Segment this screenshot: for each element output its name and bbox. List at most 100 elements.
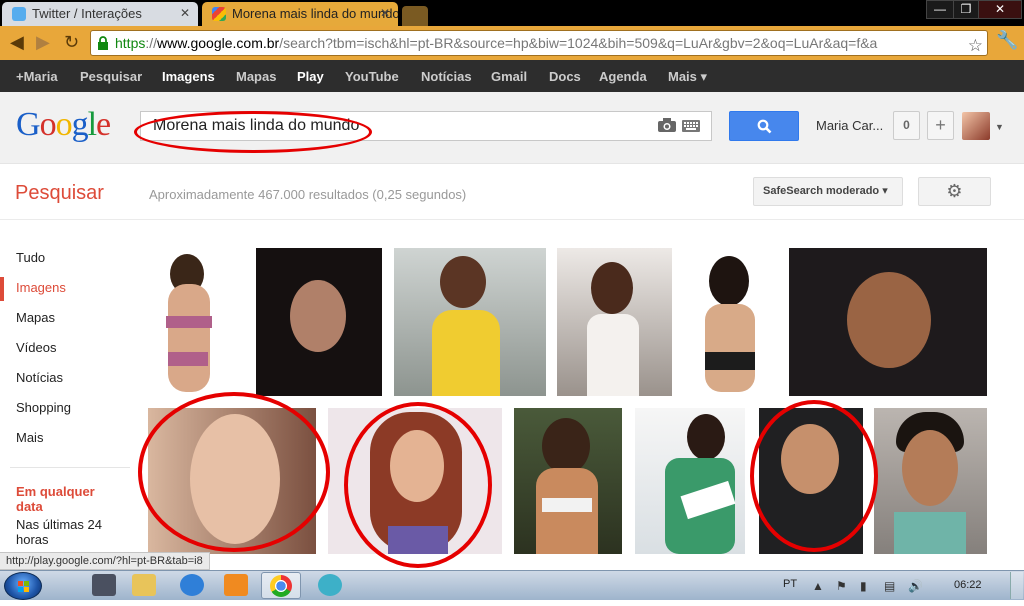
google-bar: +Maria Pesquisar Imagens Mapas Play YouT… — [0, 60, 1024, 92]
gbar-item-plus-maria[interactable]: +Maria — [16, 69, 58, 84]
share-button[interactable]: + — [927, 111, 954, 140]
nav-item-shopping[interactable]: Shopping — [16, 400, 71, 415]
image-result[interactable] — [635, 408, 745, 554]
time-filter-last-24h[interactable]: Nas últimas 24 horas — [16, 517, 116, 547]
network-icon[interactable]: ▤ — [884, 579, 895, 593]
results-bar: Pesquisar Aproximadamente 467.000 result… — [0, 165, 1024, 220]
tab-twitter[interactable]: Twitter / Interações ✕ — [2, 2, 198, 26]
avatar[interactable] — [962, 112, 990, 140]
page-title: Pesquisar — [15, 182, 104, 204]
forward-arrow-icon[interactable]: ▶ — [36, 32, 50, 53]
close-window-button[interactable]: ✕ — [978, 0, 1022, 19]
windows-taskbar: PT ▲ ⚑ ▮ ▤ 🔊 06:22 — [0, 570, 1024, 600]
logo-letter: e — [96, 106, 111, 143]
url-separator: :// — [145, 35, 158, 51]
gbar-item-gmail[interactable]: Gmail — [491, 69, 527, 84]
gbar-item-imagens[interactable]: Imagens — [162, 69, 215, 84]
gbar-item-pesquisar[interactable]: Pesquisar — [80, 69, 142, 84]
tab-google-search[interactable]: Morena mais linda do mundo ✕ — [202, 2, 398, 26]
settings-button[interactable]: ⚙ — [918, 177, 991, 206]
minimize-button[interactable]: — — [926, 0, 954, 19]
address-bar[interactable]: https://www.google.com.br/search?tbm=isc… — [90, 30, 988, 56]
image-result[interactable] — [789, 248, 987, 396]
image-result[interactable] — [394, 248, 546, 396]
account-name[interactable]: Maria Car... — [816, 118, 883, 133]
browser-toolbar: ◀ ▶ ↻ https://www.google.com.br/search?t… — [0, 26, 1024, 60]
start-button[interactable] — [4, 572, 42, 600]
nav-item-videos[interactable]: Vídeos — [16, 340, 56, 355]
twitter-bird-icon — [12, 7, 26, 21]
nav-item-tudo[interactable]: Tudo — [16, 250, 45, 265]
logo-letter: o — [39, 106, 57, 143]
chevron-up-icon[interactable]: ▲ — [812, 579, 824, 593]
volume-icon[interactable]: 🔊 — [908, 579, 923, 593]
flag-icon[interactable]: ⚑ — [836, 579, 847, 593]
new-tab-button[interactable] — [402, 6, 428, 26]
search-button[interactable] — [729, 111, 799, 141]
show-desktop-button[interactable] — [1010, 572, 1023, 599]
windows-logo-icon — [18, 581, 29, 592]
gbar-item-mais[interactable]: Mais ▾ — [668, 69, 707, 85]
nav-item-mais[interactable]: Mais — [16, 430, 43, 445]
nav-item-noticias[interactable]: Notícias — [16, 370, 63, 385]
lock-icon — [98, 36, 108, 50]
internet-explorer-icon[interactable] — [180, 574, 204, 596]
close-icon[interactable]: ✕ — [380, 6, 390, 20]
nav-divider — [10, 467, 130, 468]
image-result[interactable] — [683, 248, 777, 396]
language-indicator[interactable]: PT — [783, 578, 797, 590]
image-result[interactable] — [874, 408, 987, 554]
bookmark-star-icon[interactable]: ☆ — [968, 34, 983, 55]
gbar-item-youtube[interactable]: YouTube — [345, 69, 399, 84]
reload-icon[interactable]: ↻ — [64, 32, 79, 53]
safesearch-dropdown[interactable]: SafeSearch moderado ▾ — [753, 177, 903, 206]
annotation-circle — [750, 400, 878, 552]
close-icon[interactable]: ✕ — [180, 6, 190, 20]
gbar-item-agenda[interactable]: Agenda — [599, 69, 647, 84]
maximize-button[interactable]: ❐ — [953, 0, 979, 19]
wrench-icon[interactable]: 🔧 — [996, 30, 1018, 51]
logo-letter: o — [55, 106, 73, 143]
image-result[interactable] — [557, 248, 672, 396]
messenger-icon[interactable] — [318, 574, 342, 596]
url-scheme: https — [115, 35, 146, 51]
gbar-item-noticias[interactable]: Notícias — [421, 69, 472, 84]
logo-letter: l — [87, 106, 98, 143]
power-icon[interactable]: ▮ — [860, 579, 867, 593]
logo-letter: G — [16, 106, 41, 143]
image-result[interactable] — [514, 408, 622, 554]
back-arrow-icon[interactable]: ◀ — [10, 32, 24, 53]
clock[interactable]: 06:22 — [954, 579, 982, 591]
explorer-folder-icon[interactable] — [132, 574, 156, 596]
camera-icon[interactable] — [658, 118, 676, 132]
keyboard-icon[interactable] — [682, 120, 700, 132]
nav-item-mapas[interactable]: Mapas — [16, 310, 55, 325]
image-result[interactable] — [256, 248, 382, 396]
gbar-item-docs[interactable]: Docs — [549, 69, 581, 84]
tab-title: Twitter / Interações — [32, 6, 142, 21]
time-filter-heading[interactable]: Em qualquer data — [16, 484, 116, 514]
nav-item-imagens[interactable]: Imagens — [16, 280, 66, 295]
media-player-icon[interactable] — [224, 574, 248, 596]
google-logo[interactable]: Google — [16, 106, 111, 144]
gear-icon: ⚙ — [946, 181, 963, 201]
window-titlebar: Twitter / Interações ✕ Morena mais linda… — [0, 0, 1024, 26]
notifications-count[interactable]: 0 — [893, 111, 920, 140]
gbar-item-play[interactable]: Play — [297, 69, 324, 84]
annotation-ellipse-search — [134, 111, 372, 153]
url-path: /search?tbm=isch&hl=pt-BR&source=hp&biw=… — [279, 35, 878, 51]
search-header: Google Morena mais linda do mundo Maria … — [0, 92, 1024, 164]
image-result[interactable] — [148, 248, 240, 396]
chevron-down-icon[interactable]: ▼ — [995, 122, 1004, 132]
annotation-circle — [344, 402, 492, 568]
status-url-bubble: http://play.google.com/?hl=pt-BR&tab=i8 — [0, 552, 210, 570]
chrome-icon — [270, 575, 292, 597]
media-center-icon[interactable] — [92, 574, 116, 596]
gbar-item-mapas[interactable]: Mapas — [236, 69, 276, 84]
nav-selected-indicator — [0, 277, 4, 301]
google-favicon-icon — [212, 7, 226, 21]
logo-letter: g — [71, 106, 89, 143]
magnifier-icon — [757, 119, 772, 134]
results-stats: Aproximadamente 467.000 resultados (0,25… — [149, 187, 467, 202]
url-host: www.google.com.br — [157, 35, 280, 51]
